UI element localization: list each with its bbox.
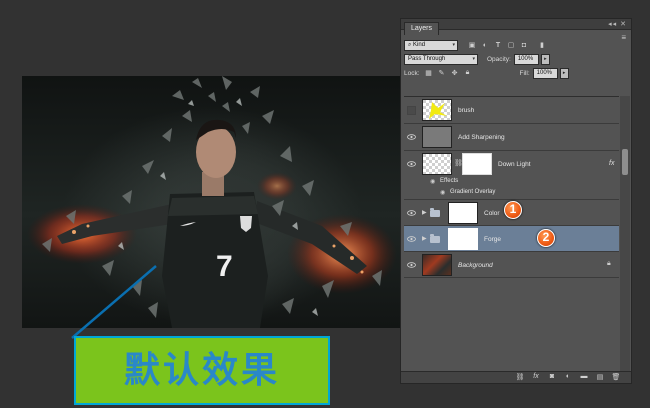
caption-text: 默认效果 bbox=[123, 349, 280, 391]
filter-row: ⌕ Kind ▾ ▣ ◐ T ▢ ◘ ▮ bbox=[404, 38, 621, 52]
effect-name: Gradient Overlay bbox=[450, 189, 496, 195]
eye-icon[interactable] bbox=[406, 133, 416, 141]
layer-name[interactable]: Background bbox=[458, 262, 493, 269]
layer-name[interactable]: Forge bbox=[484, 236, 501, 243]
layer-row-color[interactable]: ▶ Color 1 bbox=[404, 200, 619, 226]
fill-dropdown[interactable]: ▸ bbox=[559, 67, 569, 79]
opacity-input[interactable]: 100% bbox=[513, 53, 539, 65]
layer-mask-thumbnail[interactable] bbox=[448, 202, 478, 224]
eye-icon[interactable] bbox=[406, 209, 416, 217]
eye-icon[interactable] bbox=[406, 235, 416, 243]
chevron-down-icon: ▾ bbox=[472, 55, 475, 62]
jersey-number: 7 bbox=[216, 250, 233, 283]
effect-gradient-overlay[interactable]: ◉ Gradient Overlay bbox=[404, 188, 619, 200]
folder-icon bbox=[430, 234, 440, 243]
trash-icon[interactable]: 🗑︎ bbox=[611, 373, 621, 381]
opacity-dropdown[interactable]: ▸ bbox=[540, 53, 550, 65]
lock-image-icon[interactable]: ✎ bbox=[438, 69, 446, 77]
layers-bottom-bar: ⛓︎ fx ◙ ◐ ▬ ▤ 🗑︎ bbox=[401, 371, 631, 383]
layer-name[interactable]: brush bbox=[458, 107, 474, 114]
lock-icon: 🔒︎ bbox=[607, 260, 611, 267]
filter-type-icon[interactable]: T bbox=[494, 41, 502, 49]
fx-icon[interactable]: fx bbox=[609, 160, 614, 167]
eye-icon[interactable]: ◉ bbox=[440, 189, 445, 196]
blend-row: Pass Through ▾ Opacity: 100% ▸ bbox=[404, 52, 621, 66]
eye-icon[interactable] bbox=[406, 261, 416, 269]
filter-toggle-icon[interactable]: ▮ bbox=[538, 41, 546, 49]
fill-input[interactable]: 100% bbox=[532, 67, 558, 79]
filter-smart-object-icon[interactable]: ◘ bbox=[520, 41, 528, 49]
effects-label: Effects bbox=[440, 178, 459, 184]
link-layers-icon[interactable]: ⛓︎ bbox=[515, 373, 525, 381]
folder-icon bbox=[430, 208, 440, 217]
search-icon: ⌕ bbox=[408, 41, 412, 48]
layer-name[interactable]: Color bbox=[484, 210, 500, 217]
scrollbar-thumb[interactable] bbox=[622, 149, 628, 175]
layer-mask-thumbnail[interactable] bbox=[448, 228, 478, 250]
caption-box: 默认效果 bbox=[74, 336, 330, 405]
lock-all-icon[interactable]: 🔒︎ bbox=[464, 69, 472, 77]
panel-collapse-close[interactable]: ◂◂ ✕ bbox=[608, 20, 627, 28]
layer-name[interactable]: Add Sharpening bbox=[458, 134, 505, 141]
layer-row-add-sharpening[interactable]: Add Sharpening bbox=[404, 124, 619, 151]
layer-thumbnail[interactable] bbox=[422, 99, 452, 121]
filter-kind-select[interactable]: ⌕ Kind ▾ bbox=[404, 39, 458, 51]
blend-mode-select[interactable]: Pass Through ▾ bbox=[404, 53, 478, 65]
layer-mask-thumbnail[interactable] bbox=[462, 153, 492, 175]
new-group-icon[interactable]: ▬ bbox=[579, 373, 589, 380]
chevron-right-icon[interactable]: ▶ bbox=[422, 235, 427, 242]
soccer-player-artwork: 7 bbox=[27, 76, 397, 328]
canvas-artwork: 7 bbox=[22, 76, 400, 328]
eye-icon[interactable]: ◉ bbox=[430, 178, 435, 185]
layer-name[interactable]: Down Light bbox=[498, 161, 531, 168]
lock-row: Lock: ▦ ✎ ✥ 🔒︎ Fill: 100% ▸ bbox=[404, 66, 621, 80]
layer-thumbnail[interactable] bbox=[422, 254, 452, 276]
number-badge-2: 2 bbox=[537, 229, 555, 247]
visibility-toggle[interactable] bbox=[407, 106, 416, 115]
add-style-icon[interactable]: fx bbox=[531, 373, 541, 380]
fill-label: Fill: bbox=[519, 69, 530, 77]
chevron-right-icon[interactable]: ▶ bbox=[422, 209, 427, 216]
new-layer-icon[interactable]: ▤ bbox=[595, 373, 605, 381]
number-badge-1: 1 bbox=[504, 201, 522, 219]
lock-label: Lock: bbox=[404, 69, 420, 77]
layer-row-down-light[interactable]: ⛓︎ Down Light fx bbox=[404, 151, 619, 177]
eye-icon[interactable] bbox=[406, 160, 416, 168]
filter-adjustment-icon[interactable]: ◐ bbox=[481, 41, 489, 49]
chevron-down-icon: ▾ bbox=[452, 41, 455, 48]
opacity-label: Opacity: bbox=[487, 55, 511, 63]
layer-row-forge[interactable]: ▶ Forge 2 bbox=[404, 226, 619, 252]
layer-row-background[interactable]: Background 🔒︎ bbox=[404, 252, 619, 278]
add-mask-icon[interactable]: ◙ bbox=[547, 373, 557, 380]
filter-shape-icon[interactable]: ▢ bbox=[507, 41, 515, 49]
panel-menu-icon[interactable]: ≡ bbox=[621, 33, 626, 42]
filter-pixel-icon[interactable]: ▣ bbox=[468, 41, 476, 49]
tab-layers[interactable]: Layers bbox=[404, 22, 440, 35]
layer-thumbnail[interactable] bbox=[422, 126, 452, 148]
new-adjustment-icon[interactable]: ◐ bbox=[563, 373, 573, 380]
layer-list: brush Add Sharpening ⛓︎ Down Light fx ◉ … bbox=[404, 96, 619, 278]
layer-list-scrollbar[interactable] bbox=[620, 96, 630, 378]
lock-transparent-icon[interactable]: ▦ bbox=[425, 69, 433, 77]
layers-panel: ◂◂ ✕ Layers ≡ ⌕ Kind ▾ ▣ ◐ T ▢ ◘ ▮ Pass … bbox=[400, 18, 632, 384]
lock-position-icon[interactable]: ✥ bbox=[451, 69, 459, 77]
effects-row[interactable]: ◉ Effects bbox=[404, 177, 619, 188]
layer-row-brush[interactable]: brush bbox=[404, 97, 619, 124]
layer-thumbnail[interactable] bbox=[422, 153, 452, 175]
